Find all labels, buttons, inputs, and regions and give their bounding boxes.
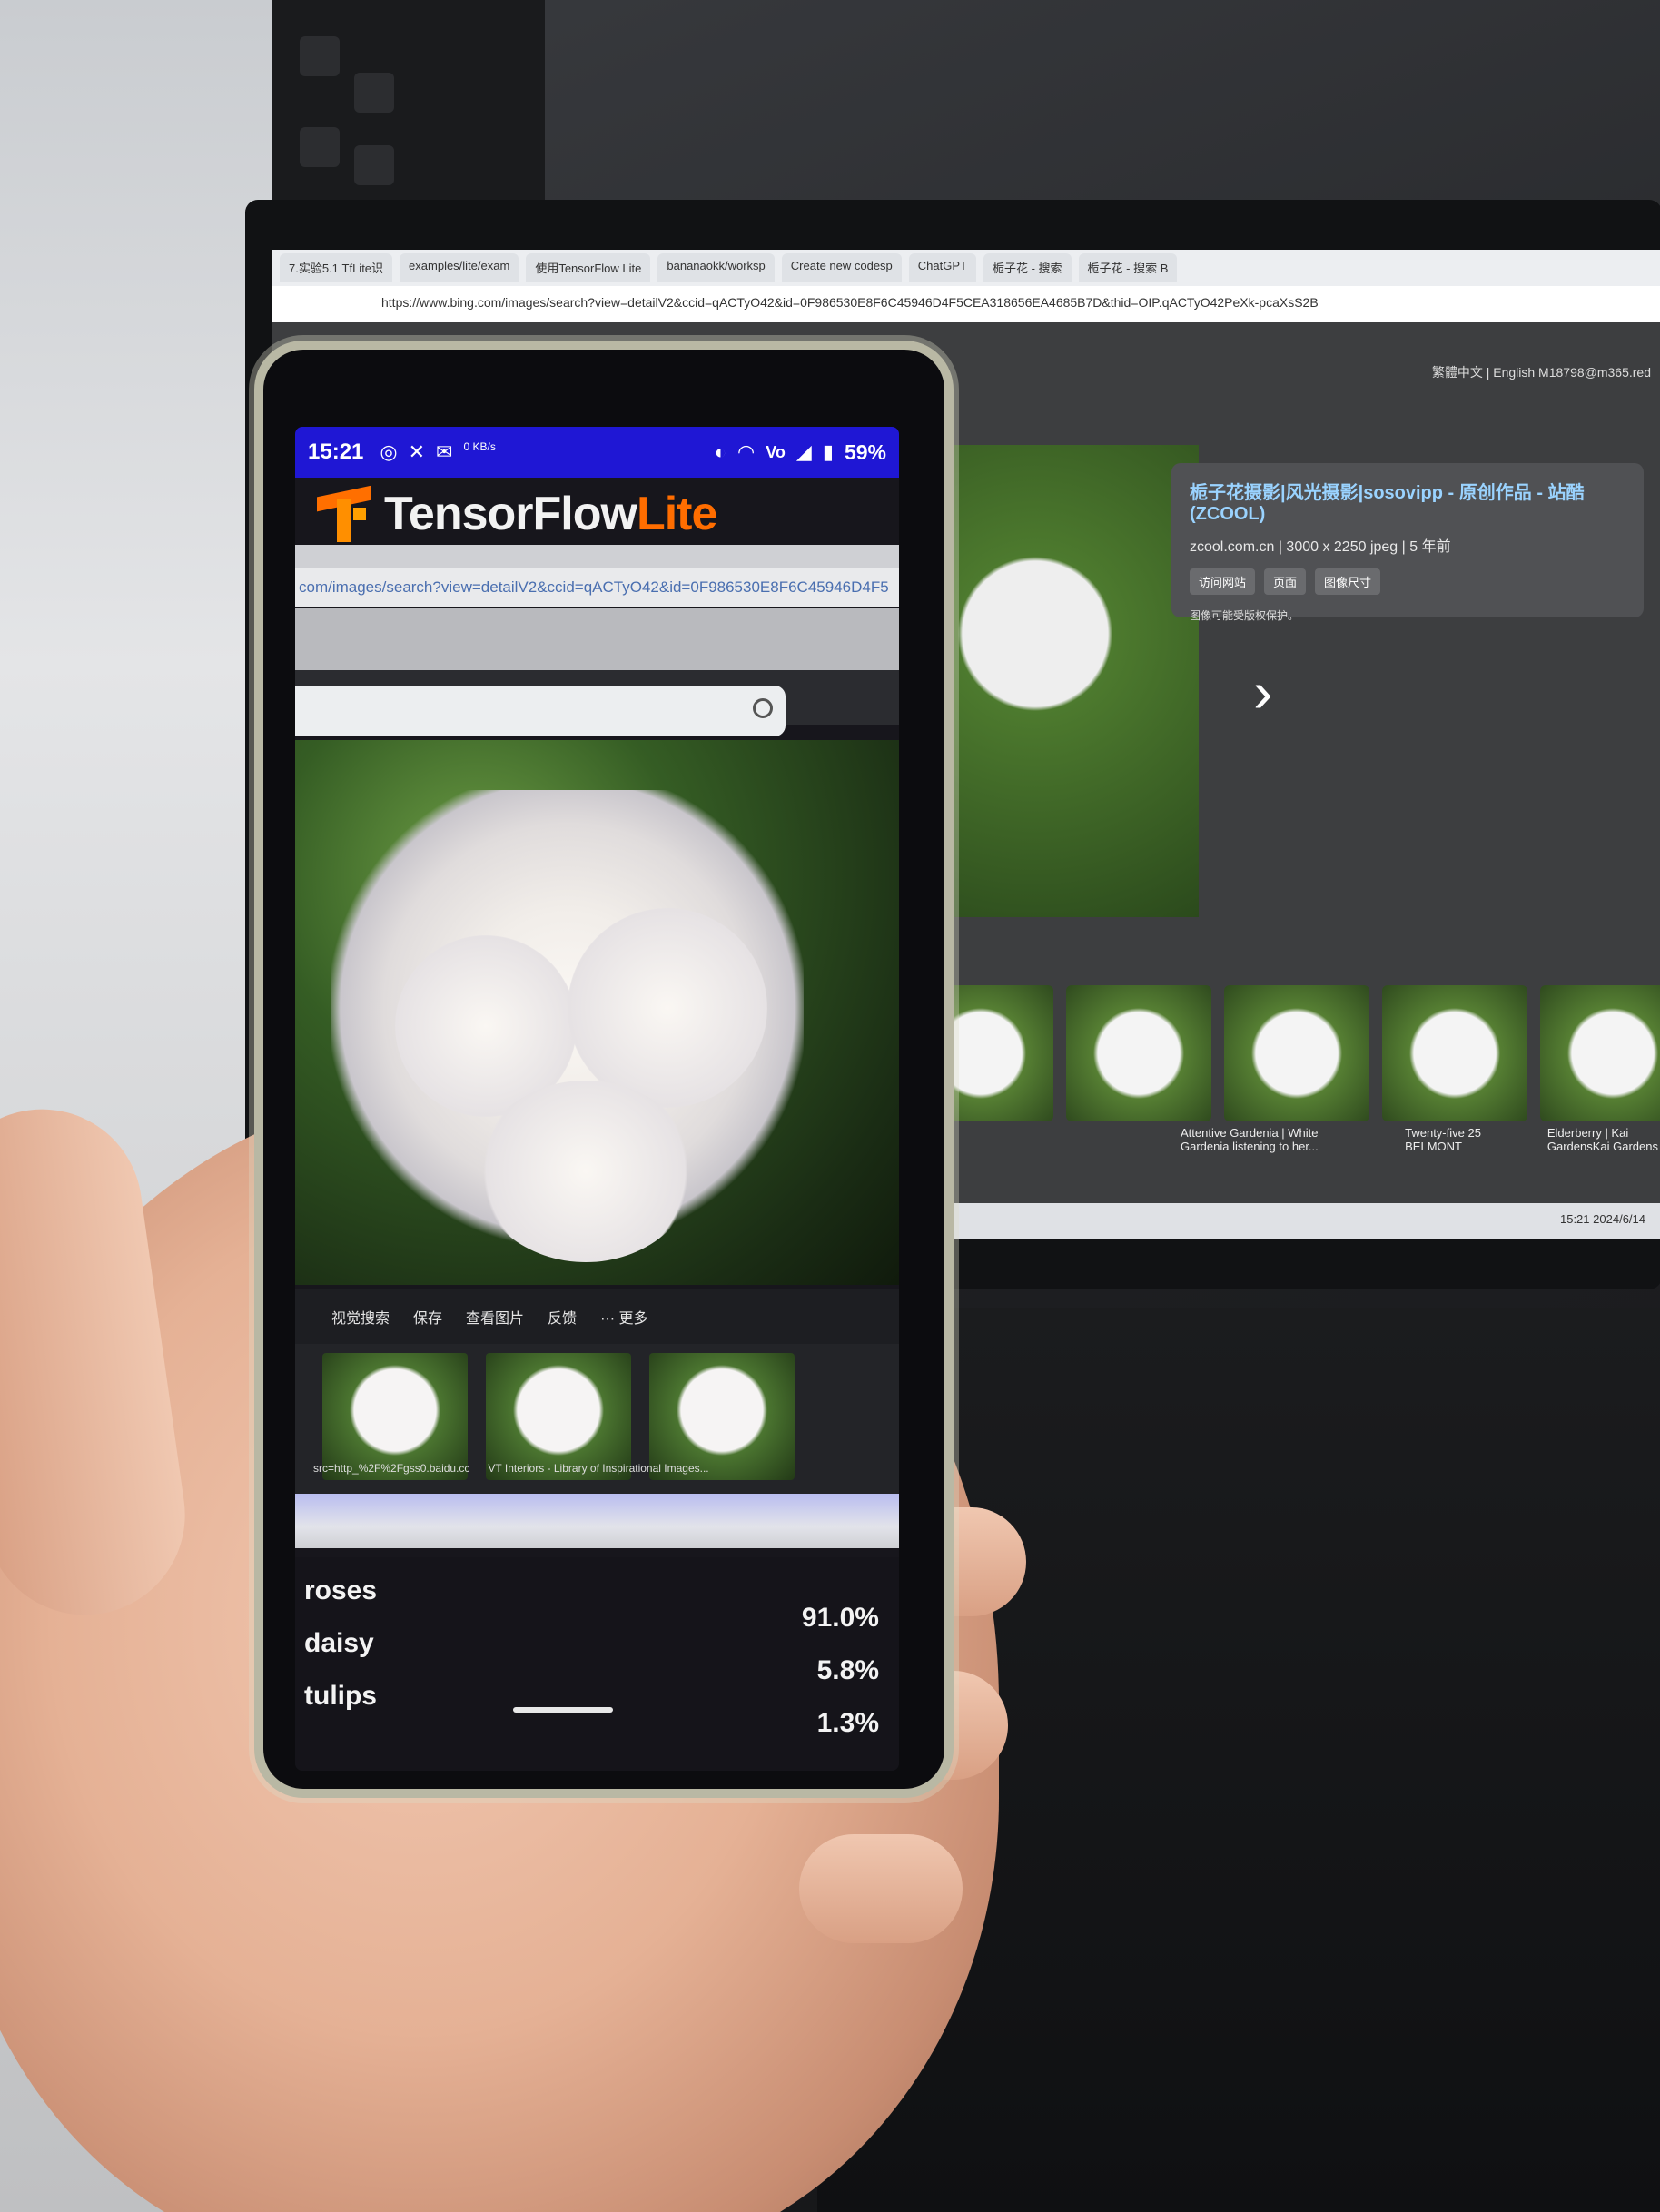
result-label: daisy <box>304 1628 374 1658</box>
status-time: 15:21 <box>308 439 364 464</box>
volte-icon: Vo <box>766 442 786 461</box>
browser-tab: 栀子花 - 搜索 <box>983 253 1072 282</box>
browser-tab: examples/lite/exam <box>400 253 519 282</box>
related-image <box>1224 985 1369 1121</box>
image-size-button: 图像尺寸 <box>1315 568 1381 595</box>
camera-preview-searchbox <box>295 686 786 736</box>
status-bar: 15:21 ◎ ✕ ✉ 0 KB/s ◐ ◠ Vo ◢ ▮ 59% <box>295 427 899 478</box>
camera-preview-taskbar <box>295 1494 899 1548</box>
related-image-caption: Twenty-five 25 BELMONT <box>1405 1126 1481 1153</box>
thumbnail-caption: VT Interiors - Library of Inspirational … <box>488 1462 709 1475</box>
related-image-caption: Attentive Gardenia | White Gardenia list… <box>1181 1126 1319 1153</box>
classification-results: roses 91.0% daisy 5.8% tulips 1.3% <box>295 1557 899 1771</box>
phone-screen: 15:21 ◎ ✕ ✉ 0 KB/s ◐ ◠ Vo ◢ ▮ 59% Tensor… <box>295 427 899 1771</box>
image-source-title: 栀子花摄影|风光摄影|sosovipp - 原创作品 - 站酷 (ZCOOL) <box>1190 483 1585 524</box>
photo-scene: 7.实验5.1 TfLite识 examples/lite/exam 使用Ten… <box>0 0 1660 2212</box>
camera-preview-url: com/images/search?view=detailV2&ccid=qAC… <box>295 568 899 607</box>
toolbar-item: 反馈 <box>548 1311 578 1327</box>
detail-image <box>926 445 1199 917</box>
app-title-suffix: Lite <box>636 488 717 540</box>
image-meta: zcool.com.cn | 3000 x 2250 jpeg | 5 年前 <box>1190 539 1451 555</box>
wifi-icon: ◠ <box>737 440 756 463</box>
search-icon <box>753 698 773 718</box>
result-score: 1.3% <box>816 1708 879 1738</box>
copyright-note: 图像可能受版权保护。 <box>1190 609 1299 622</box>
thumbnail-captions: src=http_%2F%2Fgss0.baidu.cc VT Interior… <box>313 1462 876 1475</box>
thumbnail-image <box>649 1353 795 1480</box>
related-image-caption: Elderberry | Kai GardensKai Gardens <box>1546 1126 1658 1153</box>
x-app-icon: ✕ <box>408 440 426 463</box>
visit-site-button: 访问网站 <box>1190 568 1256 595</box>
chevron-right-icon: › <box>1253 659 1273 725</box>
keyboard-key <box>300 36 340 76</box>
thumbnail-image <box>322 1353 468 1480</box>
browser-tab: ChatGPT <box>908 253 976 282</box>
result-label: tulips <box>304 1681 377 1711</box>
page-button: 页面 <box>1264 568 1307 595</box>
signal-icon: ◢ <box>795 440 812 463</box>
result-label: roses <box>304 1575 378 1605</box>
browser-tab: 栀子花 - 搜索 B <box>1078 253 1178 282</box>
taskbar-time: 15:21 <box>1559 1212 1590 1226</box>
flower-petal <box>568 908 767 1108</box>
related-image <box>1066 985 1211 1121</box>
thumbnail-caption: src=http_%2F%2Fgss0.baidu.cc <box>313 1462 470 1475</box>
language-links: 繁體中文 | English M18798@m365.red <box>1431 365 1651 380</box>
eye-comfort-icon: ◐ <box>714 440 727 463</box>
toolbar-item: 查看图片 <box>466 1311 525 1327</box>
flower-petal <box>477 1081 695 1262</box>
image-info-panel: 栀子花摄影|风光摄影|sosovipp - 原创作品 - 站酷 (ZCOOL) … <box>1171 463 1644 622</box>
related-image <box>1382 985 1527 1121</box>
battery-level: 59% <box>844 439 886 464</box>
thumbnail-image <box>486 1353 631 1480</box>
home-indicator[interactable] <box>513 1707 613 1713</box>
browser-tab-bar: 7.实验5.1 TfLite识 examples/lite/exam 使用Ten… <box>272 250 1660 286</box>
keyboard-key <box>354 73 394 113</box>
mail-icon: ✉ <box>436 440 453 463</box>
result-score: 91.0% <box>801 1603 879 1633</box>
result-score: 5.8% <box>816 1655 879 1685</box>
app-title: TensorFlowLite <box>384 487 717 541</box>
net-speed: 0 KB/s <box>463 440 496 453</box>
browser-tab: Create new codesp <box>781 253 902 282</box>
taskbar-date: 2024/6/14 <box>1593 1212 1645 1226</box>
browser-address-bar: https://www.bing.com/images/search?view=… <box>272 286 1660 322</box>
camera-preview-toolbar: 视觉搜索 保存 查看图片 反馈 ··· 更多 <box>295 1289 899 1344</box>
chrome-icon: ◎ <box>380 440 398 463</box>
tensorflow-logo-icon <box>317 485 371 542</box>
keyboard-key <box>354 145 394 185</box>
browser-tab: 7.实验5.1 TfLite识 <box>280 253 393 282</box>
camera-preview-region <box>295 608 899 670</box>
browser-tab: bananaokk/worksp <box>657 253 775 282</box>
toolbar-item: 保存 <box>413 1311 443 1327</box>
toolbar-item: ··· 更多 <box>600 1311 648 1327</box>
toolbar-item: 视觉搜索 <box>331 1311 390 1327</box>
related-image-captions: Attentive Gardenia | White Gardenia list… <box>1181 1126 1660 1153</box>
background-keyboard <box>272 0 545 209</box>
app-header: TensorFlowLite <box>295 478 899 550</box>
finger <box>799 1834 963 1943</box>
related-image <box>1540 985 1660 1121</box>
keyboard-key <box>300 127 340 167</box>
battery-icon: ▮ <box>822 440 834 463</box>
related-images-strip <box>908 985 1660 1121</box>
app-title-main: TensorFlow <box>384 488 637 540</box>
browser-tab: 使用TensorFlow Lite <box>526 253 651 282</box>
